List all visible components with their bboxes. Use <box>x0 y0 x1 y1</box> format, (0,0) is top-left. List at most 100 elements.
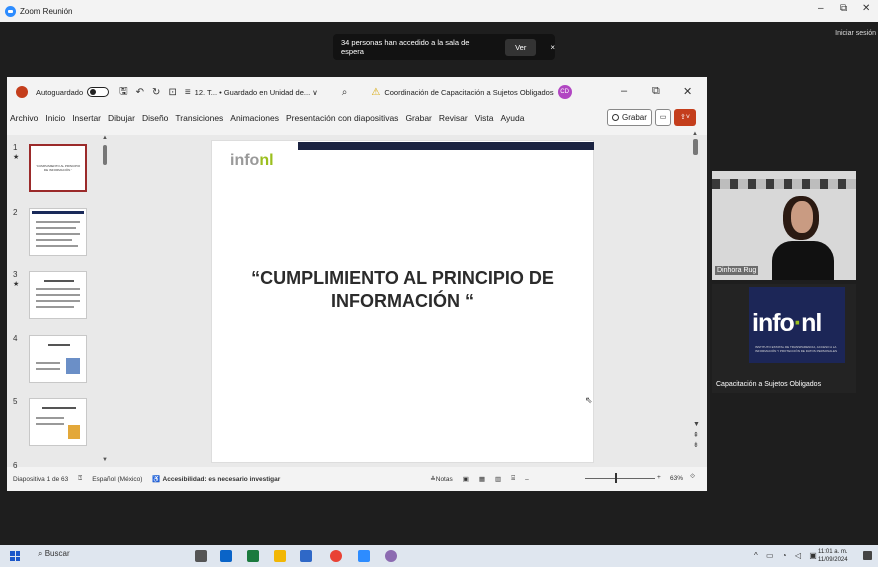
menu-animaciones[interactable]: Animaciones <box>230 113 279 123</box>
comments-icon[interactable]: ▭ <box>655 109 671 126</box>
thumb-line <box>36 221 80 223</box>
slide-thumbnail-1[interactable]: “CUMPLIMIENTO AL PRINCIPIO DE INFORMACIÓ… <box>29 144 87 192</box>
notes-button[interactable]: Notas <box>436 476 453 483</box>
scroll-up-icon[interactable]: ▲ <box>692 131 698 137</box>
sorter-view-icon[interactable]: ▦ <box>479 475 485 483</box>
clock-time: 11:01 a. m. <box>818 549 848 555</box>
zoom-slider-thumb[interactable] <box>615 473 617 483</box>
document-title[interactable]: 12. T... • Guardado en Unidad de... ∨ <box>195 88 318 97</box>
thumb-line <box>36 239 72 241</box>
save-icon[interactable]: 🖫 <box>119 84 128 101</box>
menu-diseno[interactable]: Diseño <box>142 113 168 123</box>
slide-thumbnail-2[interactable] <box>29 208 87 256</box>
language-label[interactable]: Español (México) <box>92 476 142 483</box>
powerpoint-window: Autoguardado 🖫 ↶ ↻ ⊡ ≡ 12. T... • Guarda… <box>7 77 707 491</box>
chrome-icon[interactable] <box>330 550 342 562</box>
record-button[interactable]: Grabar <box>607 109 652 126</box>
close-icon[interactable]: ✕ <box>862 3 870 14</box>
zoom-in-icon[interactable]: + <box>657 474 661 481</box>
windows-start-icon[interactable] <box>10 551 20 561</box>
slide-scrollbar[interactable] <box>693 139 698 155</box>
taskbar-clock[interactable]: 11:01 a. m. 11/09/2024 <box>818 548 848 564</box>
thumb-scroll-up-icon[interactable]: ▲ <box>102 135 108 141</box>
thumb-line <box>36 368 60 370</box>
participant-video-1[interactable]: Dinhora Rug <box>712 171 856 280</box>
zoom-taskbar-icon[interactable] <box>358 550 370 562</box>
normal-view-icon[interactable]: ▣ <box>463 475 469 483</box>
spellcheck-icon[interactable]: ⍰ <box>78 475 82 483</box>
word-icon[interactable] <box>300 550 312 562</box>
present-icon[interactable]: ⊡ <box>168 87 176 98</box>
zoom-percent[interactable]: 63% <box>670 475 683 482</box>
redo-icon[interactable]: ↻ <box>152 87 160 98</box>
warning-icon: ⚠ <box>371 86 381 98</box>
logo-accent: nl <box>259 152 274 169</box>
menu-vista[interactable]: Vista <box>475 113 494 123</box>
prev-slide-icon[interactable]: ⇞ <box>693 431 699 439</box>
slide-number: 1 <box>13 143 18 152</box>
slide-thumbnail-5[interactable] <box>29 398 87 446</box>
system-tray-icons[interactable]: ^ ▭ ◔ ◁ ▣ <box>754 551 820 560</box>
taskbar-search[interactable]: ⌕ Buscar <box>38 549 70 559</box>
ppt-minimize-icon[interactable]: – <box>621 85 627 97</box>
autosave-toggle[interactable] <box>87 87 110 97</box>
logo-text: info <box>230 152 260 169</box>
thumb-line <box>36 362 60 364</box>
minimize-icon[interactable]: – <box>818 3 824 14</box>
participant-video-2[interactable]: info·nl INSTITUTO ESTATAL DE TRANSPARENC… <box>712 284 856 393</box>
zoom-window-title: Zoom Reunión <box>20 6 73 16</box>
slide-thumbnail-3[interactable] <box>29 271 87 319</box>
accessibility-status[interactable]: Accesibilidad: es necesario investigar <box>163 476 281 483</box>
zoom-out-icon[interactable]: – <box>525 476 529 483</box>
outlook-icon[interactable] <box>220 550 232 562</box>
reading-view-icon[interactable]: ▥ <box>495 475 501 483</box>
slide-thumbnail-4[interactable] <box>29 335 87 383</box>
menu-ayuda[interactable]: Ayuda <box>500 113 524 123</box>
menu-inicio[interactable]: Inicio <box>45 113 65 123</box>
banner-close-icon[interactable]: × <box>550 43 555 52</box>
undo-icon[interactable]: ↶ <box>136 87 144 98</box>
menu-revisar[interactable]: Revisar <box>439 113 468 123</box>
windows-taskbar: ⌕ Buscar ^ ▭ ◔ ◁ ▣ 11:01 a. m. 11/09/202… <box>0 545 878 567</box>
excel-icon[interactable] <box>247 550 259 562</box>
menu-transiciones[interactable]: Transiciones <box>175 113 223 123</box>
infonl-logo: infonl <box>230 152 274 170</box>
slide-headline[interactable]: “CUMPLIMIENTO AL PRINCIPIO DE INFORMACIÓ… <box>232 267 573 313</box>
powerpoint-logo-icon <box>16 86 28 98</box>
ribbon-menubar: Archivo Inicio Insertar Dibujar Diseño T… <box>7 107 707 129</box>
menu-grabar[interactable]: Grabar <box>405 113 431 123</box>
menu-archivo[interactable]: Archivo <box>10 113 38 123</box>
paint-icon[interactable] <box>385 550 397 562</box>
slide-canvas[interactable]: infonl “CUMPLIMIENTO AL PRINCIPIO DE INF… <box>211 140 594 463</box>
zoom-slider[interactable] <box>585 478 655 479</box>
taskview-icon[interactable] <box>195 550 207 562</box>
thumb-line <box>36 294 80 296</box>
scroll-down-icon[interactable]: ▼ <box>693 421 700 428</box>
notification-icon[interactable] <box>863 551 872 560</box>
next-slide-icon[interactable]: ⇟ <box>693 441 699 449</box>
participant-name-2: Capacitación a Sujetos Obligados <box>716 381 822 388</box>
menu-insertar[interactable]: Insertar <box>72 113 101 123</box>
editor-area: ▲ 1 ★ “CUMPLIMIENTO AL PRINCIPIO DE INFO… <box>7 131 707 470</box>
customize-icon[interactable]: ≡ <box>185 87 191 98</box>
thumb-line <box>44 280 74 282</box>
thumb-scrollbar[interactable] <box>103 145 107 165</box>
file-explorer-icon[interactable] <box>274 550 286 562</box>
thumb-line <box>36 233 80 235</box>
fit-slide-icon[interactable]: ⟐ <box>690 473 695 481</box>
slideshow-icon[interactable]: ⌸ <box>511 475 515 483</box>
restore-icon[interactable]: ⧉ <box>840 3 847 14</box>
view-waiting-button[interactable]: Ver <box>505 38 537 56</box>
slide-thumbnails: ▲ 1 ★ “CUMPLIMIENTO AL PRINCIPIO DE INFO… <box>7 135 108 470</box>
signin-link[interactable]: Iniciar sesión <box>835 30 876 37</box>
ppt-restore-icon[interactable]: ⧉ <box>652 85 660 98</box>
user-avatar[interactable]: CD <box>557 85 572 99</box>
menu-dibujar[interactable]: Dibujar <box>108 113 135 123</box>
thumb-line <box>48 344 70 346</box>
menu-presentacion[interactable]: Presentación con diapositivas <box>286 113 398 123</box>
search-icon[interactable]: ⌕ <box>342 87 348 98</box>
share-icon[interactable]: ⇪˅ <box>674 109 696 126</box>
thumb-scroll-down-icon[interactable]: ▼ <box>102 457 108 463</box>
ppt-close-icon[interactable]: ✕ <box>683 85 692 98</box>
zoom-logo-icon <box>5 5 16 17</box>
